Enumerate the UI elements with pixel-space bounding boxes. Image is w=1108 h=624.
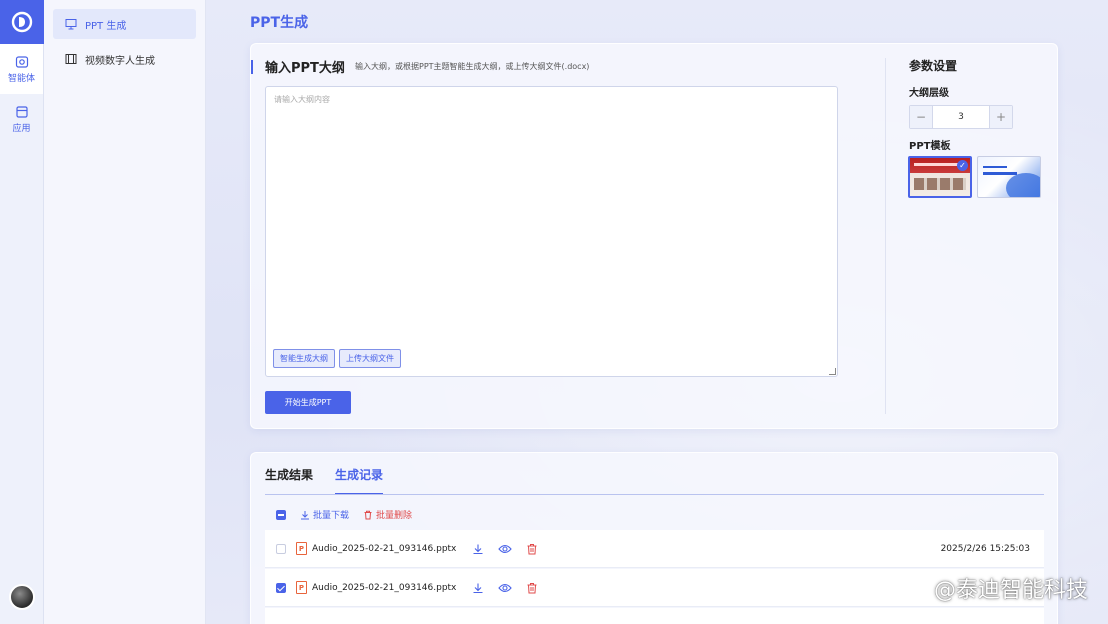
table-row: P Audio_2025-02-21_093146.pptx: [265, 569, 1044, 607]
user-avatar[interactable]: [9, 584, 35, 610]
eye-icon[interactable]: [498, 543, 512, 555]
file-name: Audio_2025-02-21_093146.pptx: [312, 543, 457, 554]
tab-history[interactable]: 生成记录: [335, 466, 384, 495]
outline-textarea[interactable]: 请输入大纲内容: [265, 86, 838, 377]
row-date: 2025/2/26 15:25:03: [940, 543, 1030, 554]
resize-handle-icon[interactable]: [829, 368, 836, 375]
rail-item-apps[interactable]: 应用: [0, 94, 43, 144]
outline-title: 输入PPT大纲: [265, 61, 345, 76]
batch-delete-label: 批量删除: [376, 511, 413, 521]
tabs-divider: [265, 494, 1044, 495]
page-title: PPT生成: [250, 15, 309, 31]
row-actions: [472, 582, 538, 594]
sidebar-item-video[interactable]: 视频数字人生成: [53, 44, 196, 74]
trash-icon[interactable]: [526, 582, 538, 594]
thumb-decoration: [1006, 173, 1040, 197]
start-generate-button[interactable]: 开始生成PPT: [265, 391, 351, 414]
trash-icon[interactable]: [526, 543, 538, 555]
tab-results[interactable]: 生成结果: [265, 466, 313, 495]
batch-toolbar: 批量下载 批量删除: [276, 508, 412, 521]
download-icon[interactable]: [472, 543, 484, 555]
app-icon: [15, 105, 28, 118]
sidebar-item-label: PPT 生成: [85, 20, 127, 32]
table-row: P Audio_2025-02-21_093146.pptx 2025/2/26…: [265, 530, 1044, 568]
level-stepper: − 3 +: [909, 105, 1013, 129]
thumb-images: [914, 178, 966, 190]
divider: [885, 58, 886, 414]
trash-icon: [364, 510, 372, 519]
watermark: @泰迪智能科技: [934, 572, 1088, 604]
decrement-button[interactable]: −: [910, 106, 932, 128]
film-icon: [65, 54, 77, 64]
main-area: PPT生成 输入PPT大纲 输入大纲，或根据PPT主题智能生成大纲，或上传大纲文…: [206, 0, 1108, 624]
rail-item-agent[interactable]: 智能体: [0, 44, 43, 94]
smart-outline-button[interactable]: 智能生成大纲: [273, 349, 335, 368]
outline-placeholder: 请输入大纲内容: [274, 95, 330, 104]
check-icon: ✓: [957, 160, 968, 171]
pptx-file-icon: P: [296, 581, 307, 594]
app-logo[interactable]: [0, 0, 44, 44]
level-label: 大纲层级: [909, 88, 949, 99]
thumb-title-line: [983, 172, 1017, 175]
batch-download-button[interactable]: 批量下载: [300, 508, 349, 521]
sidebar-item-label: 视频数字人生成: [85, 55, 155, 67]
download-icon[interactable]: [472, 582, 484, 594]
level-value[interactable]: 3: [932, 106, 990, 128]
section-accent-bar: [251, 60, 253, 74]
eye-icon[interactable]: [498, 582, 512, 594]
template-thumb-blue[interactable]: [977, 156, 1041, 198]
table-row: [265, 608, 1044, 624]
thumb-subtitle-line: [983, 166, 1007, 168]
template-thumb-red[interactable]: ✓: [908, 156, 972, 198]
sidebar: PPT 生成 视频数字人生成: [44, 0, 206, 624]
thumb-title-band: [914, 163, 958, 166]
batch-delete-button[interactable]: 批量删除: [363, 508, 412, 521]
rail-item-label: 应用: [12, 123, 31, 134]
robot-icon: [15, 55, 28, 68]
presentation-icon: [65, 19, 77, 30]
increment-button[interactable]: +: [990, 106, 1012, 128]
template-label: PPT模板: [909, 141, 951, 152]
select-all-checkbox[interactable]: [276, 509, 286, 520]
outline-hint: 输入大纲，或根据PPT主题智能生成大纲，或上传大纲文件(.docx): [355, 62, 590, 71]
pptx-file-icon: P: [296, 542, 307, 555]
row-checkbox[interactable]: [276, 582, 286, 593]
results-tabs: 生成结果 生成记录: [265, 466, 384, 495]
icon-rail: 智能体 应用: [0, 0, 44, 624]
row-checkbox[interactable]: [276, 543, 286, 554]
rail-item-label: 智能体: [7, 73, 35, 84]
upload-outline-button[interactable]: 上传大纲文件: [339, 349, 401, 368]
file-name: Audio_2025-02-21_093146.pptx: [312, 582, 457, 593]
batch-download-label: 批量下载: [313, 511, 350, 521]
logo-icon: [11, 11, 33, 33]
download-icon: [301, 510, 309, 519]
outline-card: 输入PPT大纲 输入大纲，或根据PPT主题智能生成大纲，或上传大纲文件(.doc…: [250, 43, 1058, 429]
sidebar-item-ppt[interactable]: PPT 生成: [53, 9, 196, 39]
row-actions: [472, 543, 538, 555]
params-title: 参数设置: [909, 59, 958, 73]
watermark-text: @泰迪智能科技: [933, 578, 1088, 603]
